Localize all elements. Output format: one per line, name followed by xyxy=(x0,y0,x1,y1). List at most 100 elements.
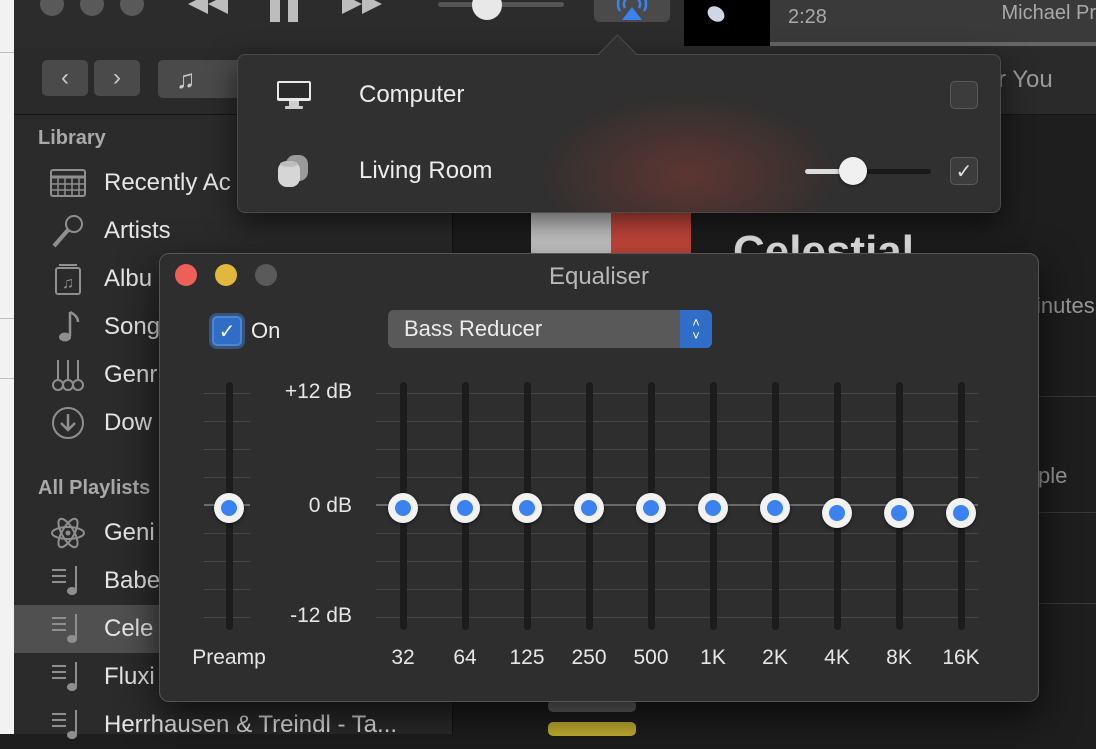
elapsed-time: 2:28 xyxy=(788,6,827,28)
sidebar-item-label: Fluxi xyxy=(104,663,155,690)
fast-forward-icon[interactable] xyxy=(340,0,384,23)
computer-checkbox[interactable] xyxy=(950,81,978,109)
sidebar-item-label: Cele xyxy=(104,615,154,642)
band-frequency-label: 250 xyxy=(571,646,607,669)
equaliser-on-checkbox[interactable]: ✓ xyxy=(212,316,242,346)
album-artwork-right xyxy=(611,212,691,256)
band-slider-knob[interactable] xyxy=(388,493,418,523)
living-room-checkbox[interactable]: ✓ xyxy=(950,157,978,185)
window-title: Equaliser xyxy=(548,263,650,290)
band-frequency-label: 1K xyxy=(700,646,726,669)
band-frequency-label: 2K xyxy=(762,646,788,669)
preamp-slider-knob[interactable] xyxy=(214,493,244,523)
preamp-label: Preamp xyxy=(192,646,266,669)
album-side-text: ple xyxy=(1038,463,1068,488)
background-window-edge xyxy=(0,0,14,734)
library-heading: Library xyxy=(38,127,106,149)
music-note-icon: ♫ xyxy=(176,63,196,94)
airplay-popover: Computer Living Room ✓ xyxy=(237,54,1001,213)
divider xyxy=(1036,396,1096,397)
tab-for-you[interactable]: r You xyxy=(998,66,1053,94)
sidebar-item-label: Genr xyxy=(104,361,158,388)
equaliser-window: Equaliser ✓ On Bass Reducer ˄ ˅ +12 dB 0 … xyxy=(159,253,1039,702)
band-slider-knob[interactable] xyxy=(760,493,790,523)
monitor-icon xyxy=(276,79,312,116)
popover-backdrop-glow xyxy=(538,95,838,212)
playlist-icon xyxy=(50,564,86,598)
track-artist: Michael Pr xyxy=(1001,2,1096,24)
dropdown-stepper-icon: ˄ ˅ xyxy=(680,310,712,348)
rewind-icon[interactable] xyxy=(186,0,230,23)
band-slider-knob[interactable] xyxy=(574,493,604,523)
airplay-device-computer[interactable]: Computer xyxy=(359,81,464,109)
now-playing-artwork xyxy=(684,0,770,46)
chevron-right-icon: › xyxy=(113,64,121,91)
band-slider-knob[interactable] xyxy=(822,497,852,528)
equaliser-on-label: On xyxy=(251,318,281,343)
pause-icon[interactable] xyxy=(268,0,302,29)
svg-text:♫: ♫ xyxy=(62,275,74,292)
album-icon: ♫ xyxy=(50,262,86,296)
sidebar-item-label: Babe xyxy=(104,567,161,594)
sidebar-item-label: Albu xyxy=(104,265,153,292)
track-progress-bar[interactable] xyxy=(770,42,1096,46)
album-duration-text: inutes xyxy=(1036,293,1095,318)
forward-button[interactable]: › xyxy=(94,60,140,96)
now-playing-display: 2:28 Michael Pr xyxy=(684,0,1096,46)
volume-slider-knob[interactable] xyxy=(472,0,502,20)
sidebar-item-artists[interactable]: Artists xyxy=(14,207,452,255)
band-slider-knob[interactable] xyxy=(450,493,480,523)
band-frequency-label: 32 xyxy=(391,646,415,669)
genius-atom-icon xyxy=(50,516,86,550)
db-label-max: +12 dB xyxy=(284,380,352,403)
band-slider-knob[interactable] xyxy=(946,497,976,528)
living-room-volume-slider[interactable] xyxy=(805,157,931,185)
volume-knob[interactable] xyxy=(838,157,867,185)
band-slider-knob[interactable] xyxy=(884,497,914,528)
band-slider-knob[interactable] xyxy=(698,493,728,523)
back-button[interactable]: ‹ xyxy=(42,60,88,96)
album-artwork-left xyxy=(531,212,611,256)
db-label-min: -12 dB xyxy=(290,604,352,627)
sidebar-item-playlist[interactable]: Herrhausen & Treindl - Ta... xyxy=(14,701,452,749)
microphone-icon xyxy=(50,214,86,248)
band-frequency-label: 125 xyxy=(509,646,545,669)
window-close-dot[interactable] xyxy=(40,0,64,16)
band-frequency-label: 16K xyxy=(942,646,980,669)
window-minimize-dot[interactable] xyxy=(80,0,104,16)
band-frequency-label: 8K xyxy=(886,646,912,669)
playlist-icon xyxy=(50,660,86,694)
sidebar-item-label: Artists xyxy=(104,217,171,244)
chevron-left-icon: ‹ xyxy=(61,64,69,91)
preset-dropdown[interactable]: Bass Reducer ˄ ˅ xyxy=(388,310,712,348)
band-frequency-label: 64 xyxy=(453,646,477,669)
band-frequency-label: 500 xyxy=(633,646,669,669)
window-zoom-dot[interactable] xyxy=(120,0,144,16)
sidebar-item-label: Song xyxy=(104,313,161,340)
airplay-device-living-room[interactable]: Living Room xyxy=(359,157,492,185)
media-picker-button[interactable]: ♫ xyxy=(158,60,248,98)
homepod-icon xyxy=(276,153,312,194)
checkmark-icon: ✓ xyxy=(955,160,973,183)
download-icon xyxy=(50,406,86,440)
divider xyxy=(1036,512,1096,513)
band-frequency-label: 4K xyxy=(824,646,850,669)
airplay-button[interactable] xyxy=(594,0,670,22)
calendar-grid-icon xyxy=(50,166,86,200)
playlist-icon xyxy=(50,612,86,646)
band-slider-knob[interactable] xyxy=(636,493,666,523)
divider xyxy=(0,52,14,53)
sidebar-item-label: Recently Ac xyxy=(104,169,231,196)
divider xyxy=(0,378,14,379)
divider xyxy=(0,318,14,319)
playlist-icon xyxy=(50,708,86,742)
sidebar-item-label: Dow xyxy=(104,409,153,436)
checkmark-icon: ✓ xyxy=(218,320,236,343)
music-note-icon xyxy=(50,310,86,344)
band-slider-knob[interactable] xyxy=(512,493,542,523)
sidebar-item-label: Geni xyxy=(104,519,155,546)
preset-value: Bass Reducer xyxy=(404,316,543,341)
sidebar-item-label: Herrhausen & Treindl - Ta... xyxy=(104,711,398,738)
db-label-zero: 0 dB xyxy=(308,494,352,517)
album-artwork[interactable] xyxy=(531,212,691,256)
